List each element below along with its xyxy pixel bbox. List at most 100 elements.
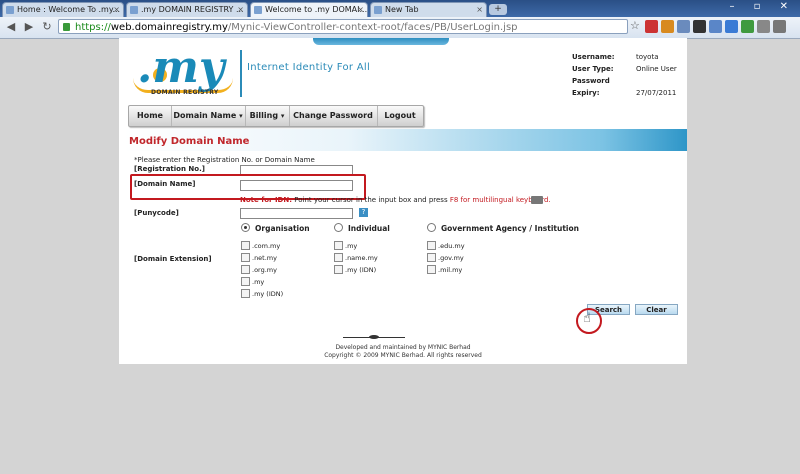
chevron-down-icon: ▾ (239, 112, 243, 120)
extension-icon[interactable] (709, 20, 722, 33)
extension-icon[interactable] (677, 20, 690, 33)
extension-label: .org.my (252, 266, 277, 274)
extension-checkbox[interactable] (241, 277, 250, 286)
clear-button[interactable]: Clear (635, 304, 678, 315)
menu-change-password[interactable]: Change Password (289, 106, 378, 126)
bookmark-star-icon[interactable]: ☆ (630, 19, 640, 32)
keyboard-icon[interactable] (531, 196, 543, 204)
domain-extension-label: [Domain Extension] (134, 255, 212, 263)
extension-icon[interactable] (725, 20, 738, 33)
close-tab-icon[interactable]: × (113, 3, 120, 17)
reload-icon[interactable]: ↻ (40, 20, 54, 34)
site-tagline: Internet Identity For All (247, 62, 371, 73)
extension-checkbox[interactable] (241, 265, 250, 274)
close-tab-icon[interactable]: × (476, 3, 483, 17)
help-icon[interactable]: ? (359, 208, 368, 217)
site-logo[interactable]: .my (137, 46, 224, 90)
punycode-input[interactable] (240, 208, 353, 219)
logo-divider (240, 50, 242, 97)
menu-billing-label: Billing (249, 111, 279, 120)
password-expiry-value: 27/07/2011 (636, 89, 677, 97)
menu-home[interactable]: Home (129, 106, 172, 126)
footer-developed: Developed and maintained by MYNIC Berhad (335, 344, 471, 351)
extension-label: .name.my (345, 254, 378, 262)
extension-label: .com.my (252, 242, 281, 250)
extension-checkbox[interactable] (334, 241, 343, 250)
url-scheme: https:// (75, 22, 111, 33)
user-type-label: User Type: (572, 65, 614, 73)
extension-checkbox[interactable] (241, 241, 250, 250)
extension-checkbox[interactable] (241, 289, 250, 298)
close-tab-icon[interactable]: × (357, 3, 364, 17)
password-expiry-label: Password Expiry: (572, 77, 610, 97)
government-radio[interactable] (427, 223, 436, 232)
window-controls[interactable]: – ▫ ✕ (729, 1, 796, 12)
menu-logout[interactable]: Logout (377, 106, 423, 126)
page-favicon-icon (254, 6, 262, 14)
government-radio-label: Government Agency / Institution (441, 224, 579, 233)
page-favicon-icon (6, 6, 14, 14)
browser-toolbar: ◀ ▶ ↻ https://web.domainregistry.my/Myni… (0, 17, 800, 39)
idn-note-text: Point your cursor in the input box and p… (292, 196, 450, 204)
extension-checkbox[interactable] (427, 265, 436, 274)
header-accent-bar (313, 38, 449, 45)
page-content: .my DOMAIN REGISTRY Internet Identity Fo… (119, 38, 687, 364)
extension-checkbox[interactable] (334, 265, 343, 274)
new-tab-button[interactable]: + (489, 4, 507, 15)
lock-icon (63, 23, 70, 31)
extension-label: .my (IDN) (345, 266, 377, 274)
extension-icon[interactable] (757, 20, 770, 33)
extension-checkbox[interactable] (427, 253, 436, 262)
browser-tab-2[interactable]: .my DOMAIN REGISTRY ... × (126, 2, 248, 17)
page-favicon-icon (130, 6, 138, 14)
form-instruction: *Please enter the Registration No. or Do… (134, 156, 315, 164)
page-favicon-icon (374, 6, 382, 14)
domain-name-input[interactable] (240, 180, 353, 191)
idn-note-label: Note for IDN: (240, 196, 293, 204)
close-tab-icon[interactable]: × (237, 3, 244, 17)
idn-note: Note for IDN: Point your cursor in the i… (240, 196, 551, 204)
extension-label: .my (252, 278, 265, 286)
individual-radio[interactable] (334, 223, 343, 232)
main-menu-bar: Home Domain Name ▾ Billing ▾ Change Pass… (128, 105, 424, 127)
tab-title: Welcome to .my DOMAI... (265, 5, 368, 14)
hand-cursor-icon: ☝ (583, 311, 591, 326)
wrench-icon[interactable] (773, 20, 786, 33)
url-path: /Mynic-ViewController-context-root/faces… (227, 22, 518, 33)
extension-label: .gov.my (438, 254, 464, 262)
chevron-down-icon: ▾ (280, 112, 285, 120)
browser-tab-1[interactable]: Home : Welcome To .my... × (2, 2, 124, 17)
extension-icon[interactable] (645, 20, 658, 33)
section-header: Modify Domain Name (123, 129, 687, 151)
extension-icon[interactable] (693, 20, 706, 33)
punycode-label: [Punycode] (134, 209, 179, 217)
username-value: toyota (636, 53, 659, 61)
extension-label: .my (345, 242, 358, 250)
extension-icon[interactable] (741, 20, 754, 33)
back-arrow-icon[interactable]: ◀ (4, 20, 18, 34)
forward-arrow-icon[interactable]: ▶ (22, 20, 36, 34)
tab-title: New Tab (385, 5, 419, 14)
tab-title: Home : Welcome To .my... (17, 5, 121, 14)
footer-divider (343, 335, 405, 339)
user-type-value: Online User (636, 65, 677, 73)
menu-domain-name-label: Domain Name (173, 111, 237, 120)
page-title: Modify Domain Name (129, 136, 250, 147)
extension-checkbox[interactable] (427, 241, 436, 250)
browser-tab-4[interactable]: New Tab × (370, 2, 487, 17)
extension-icon[interactable] (661, 20, 674, 33)
user-info-panel: Username: toyota User Type: Online User Pa… (572, 51, 677, 99)
url-host: web.domainregistry.my (110, 22, 228, 33)
extension-label: .net.my (252, 254, 277, 262)
extension-checkbox[interactable] (334, 253, 343, 262)
organisation-radio[interactable] (241, 223, 250, 232)
browser-tab-bar: Home : Welcome To .my... × .my DOMAIN RE… (0, 0, 800, 17)
browser-tab-3[interactable]: Welcome to .my DOMAI... × (250, 2, 368, 17)
username-label: Username: (572, 53, 615, 61)
menu-billing[interactable]: Billing ▾ (245, 106, 290, 126)
extension-label: .edu.my (438, 242, 465, 250)
menu-domain-name[interactable]: Domain Name ▾ (171, 106, 246, 126)
organisation-radio-label: Organisation (255, 224, 310, 233)
address-bar[interactable]: https://web.domainregistry.my/Mynic-View… (58, 19, 628, 34)
extension-checkbox[interactable] (241, 253, 250, 262)
